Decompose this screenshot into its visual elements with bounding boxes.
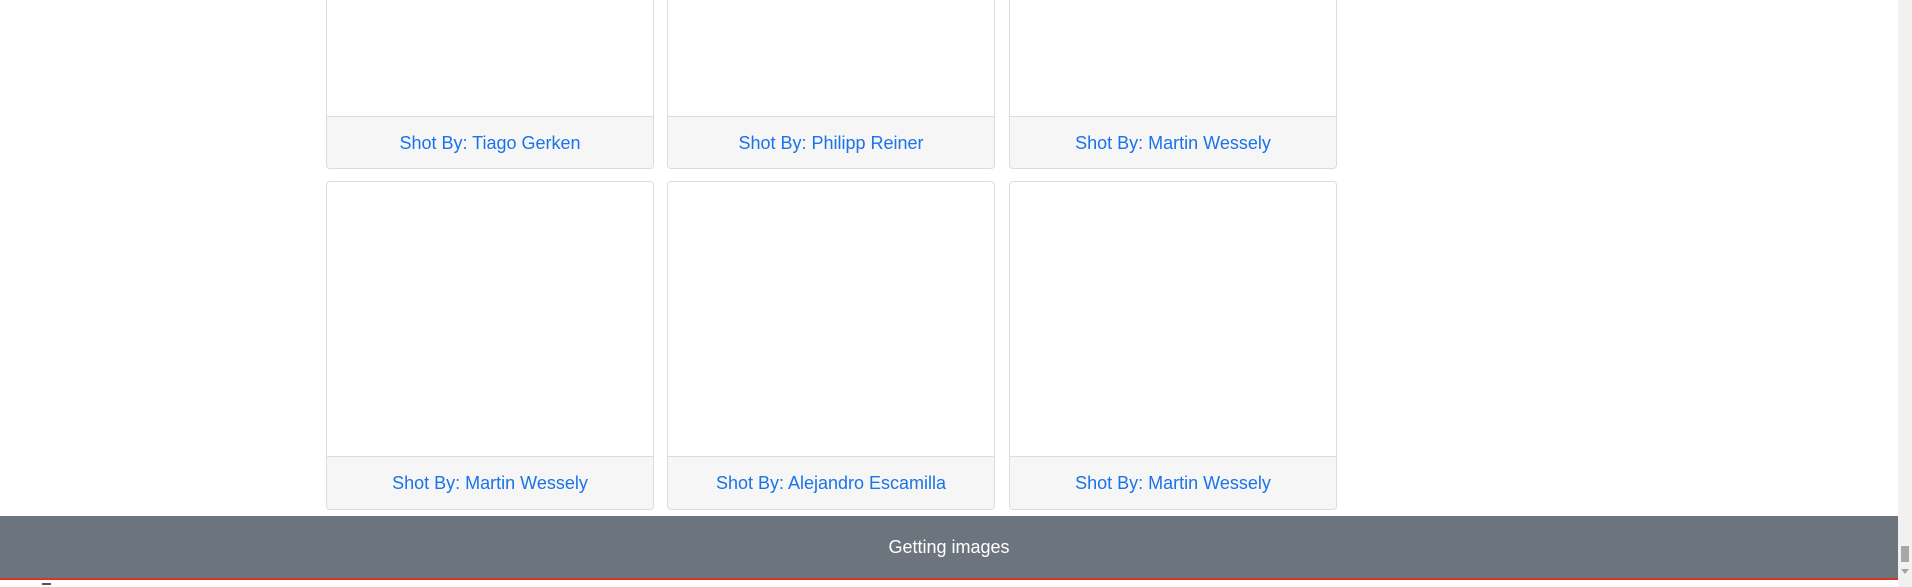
- image-card: Shot By: Philipp Reiner: [667, 0, 995, 169]
- photographer-link[interactable]: Shot By: Martin Wessely: [1075, 133, 1271, 154]
- card-footer: Shot By: Tiago Gerken: [327, 116, 653, 168]
- photographer-link[interactable]: Shot By: Martin Wessely: [1075, 473, 1271, 494]
- image-card: Shot By: Martin Wessely: [1009, 181, 1337, 510]
- image-card: Shot By: Tiago Gerken: [326, 0, 654, 169]
- scrollbar-thumb[interactable]: [1901, 546, 1909, 562]
- image-card: Shot By: Martin Wessely: [1009, 0, 1337, 169]
- status-message: Getting images: [888, 536, 1010, 557]
- card-image[interactable]: [1010, 182, 1336, 456]
- card-footer: Shot By: Alejandro Escamilla: [668, 456, 994, 509]
- page-viewport: Shot By: Tiago Gerken Shot By: Philipp R…: [0, 0, 1897, 587]
- photographer-link[interactable]: Shot By: Tiago Gerken: [399, 133, 580, 154]
- image-card: Shot By: Alejandro Escamilla: [667, 181, 995, 510]
- loading-status-bar: Getting images: [0, 516, 1898, 580]
- card-image[interactable]: [1010, 0, 1336, 116]
- vertical-scrollbar[interactable]: [1898, 0, 1912, 587]
- card-footer: Shot By: Philipp Reiner: [668, 116, 994, 168]
- card-image[interactable]: [668, 0, 994, 116]
- card-footer: Shot By: Martin Wessely: [1010, 116, 1336, 168]
- minimize-icon: [42, 583, 51, 585]
- photographer-link[interactable]: Shot By: Martin Wessely: [392, 473, 588, 494]
- card-image[interactable]: [327, 182, 653, 456]
- image-card: Shot By: Martin Wessely: [326, 181, 654, 510]
- card-image[interactable]: [327, 0, 653, 116]
- card-footer: Shot By: Martin Wessely: [1010, 456, 1336, 509]
- photographer-link[interactable]: Shot By: Philipp Reiner: [738, 133, 923, 154]
- scroll-down-arrow-icon[interactable]: [1901, 569, 1909, 574]
- card-footer: Shot By: Martin Wessely: [327, 456, 653, 509]
- photographer-link[interactable]: Shot By: Alejandro Escamilla: [716, 473, 946, 494]
- card-image[interactable]: [668, 182, 994, 456]
- bottom-strip: [0, 580, 1898, 587]
